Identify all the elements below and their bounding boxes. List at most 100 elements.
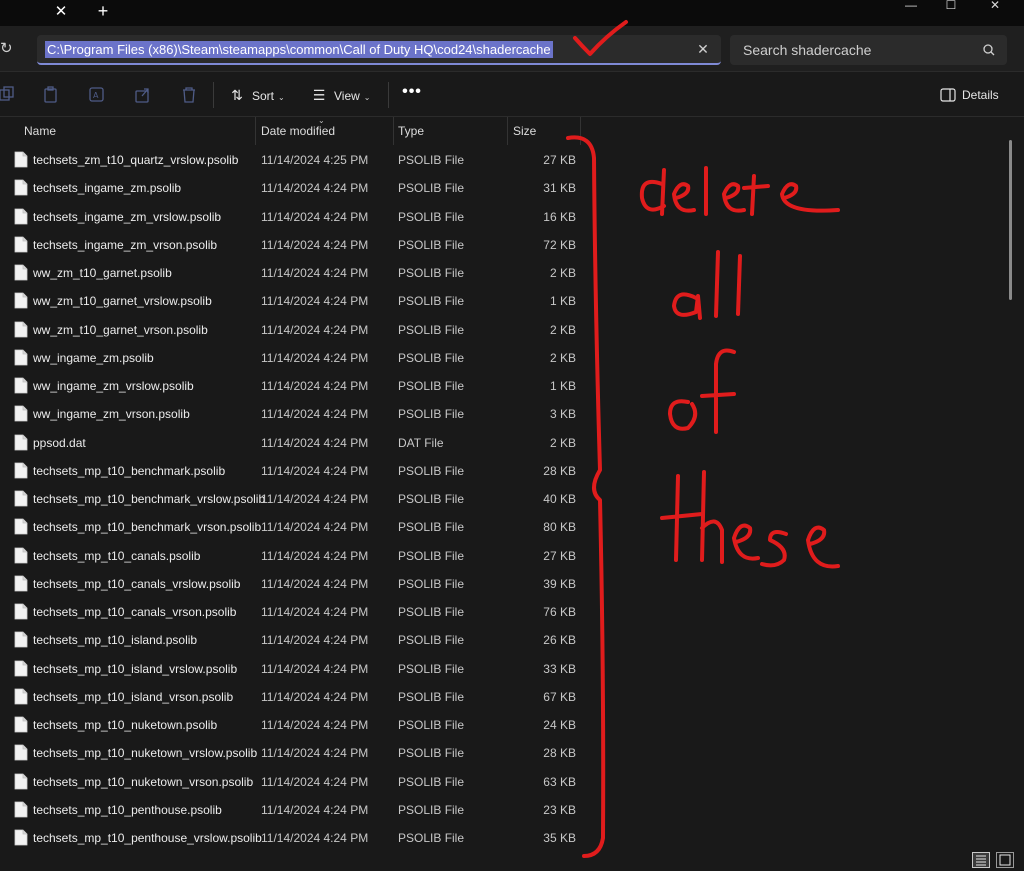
file-row[interactable]: ww_zm_t10_garnet.psolib 11/14/2024 4:24 P… [0,259,1010,287]
search-input[interactable]: Search shadercache [730,35,1007,65]
file-row[interactable]: ww_ingame_zm_vrslow.psolib 11/14/2024 4:2… [0,372,1010,400]
rename-icon[interactable]: A [88,86,106,104]
file-name: ww_zm_t10_garnet_vrslow.psolib [33,294,212,309]
file-type: PSOLIB File [398,689,465,704]
file-size: 39 KB [543,576,576,591]
sort-button[interactable]: ⇅ Sort ⌄ [228,85,285,105]
details-view-toggle[interactable] [972,852,990,868]
file-row[interactable]: techsets_mp_t10_nuketown_vrson.psolib 11/… [0,768,1010,796]
file-row[interactable]: techsets_mp_t10_island_vrson.psolib 11/14… [0,683,1010,711]
file-row[interactable]: ww_zm_t10_garnet_vrslow.psolib 11/14/2024… [0,287,1010,315]
column-divider[interactable] [507,117,508,145]
file-date-modified: 11/14/2024 4:24 PM [261,661,369,676]
file-type: PSOLIB File [398,350,465,365]
toolbar-divider [213,82,214,108]
file-row[interactable]: techsets_ingame_zm.psolib 11/14/2024 4:24… [0,174,1010,202]
file-type: PSOLIB File [398,661,465,676]
file-type: PSOLIB File [398,463,465,478]
file-row[interactable]: techsets_mp_t10_penthouse.psolib 11/14/20… [0,796,1010,824]
file-row[interactable]: techsets_mp_t10_island_vrslow.psolib 11/1… [0,655,1010,683]
column-date-modified[interactable]: Date modified [261,122,335,140]
file-icon [14,603,28,620]
file-row[interactable]: ppsod.dat 11/14/2024 4:24 PM DAT File 2 KB [0,429,1010,457]
file-row[interactable]: techsets_ingame_zm_vrson.psolib 11/14/202… [0,231,1010,259]
file-date-modified: 11/14/2024 4:24 PM [261,802,369,817]
file-size: 3 KB [549,407,576,422]
file-date-modified: 11/14/2024 4:24 PM [261,435,369,450]
file-icon [14,688,28,705]
file-size: 31 KB [543,181,576,196]
file-name: techsets_mp_t10_benchmark_vrson.psolib [33,520,262,535]
file-row[interactable]: techsets_mp_t10_penthouse_vrslow.psolib 1… [0,824,1010,852]
file-name: techsets_mp_t10_benchmark.psolib [33,463,226,478]
file-row[interactable]: techsets_mp_t10_canals_vrslow.psolib 11/1… [0,570,1010,598]
address-row: ↻ C:\Program Files (x86)\Steam\steamapps… [0,26,1024,72]
column-type[interactable]: Type [398,122,424,140]
close-tab-icon[interactable]: ✕ [52,2,70,22]
file-row[interactable]: techsets_mp_t10_nuketown.psolib 11/14/202… [0,711,1010,739]
file-type: PSOLIB File [398,520,465,535]
file-size: 2 KB [549,435,576,450]
file-icon [14,349,28,366]
file-size: 27 KB [543,153,576,167]
file-date-modified: 11/14/2024 4:24 PM [261,520,369,535]
file-type: PSOLIB File [398,492,465,506]
file-row[interactable]: techsets_ingame_zm_vrslow.psolib 11/14/20… [0,203,1010,231]
minimize-button[interactable]: — [896,0,926,14]
tiles-view-icon [999,854,1011,866]
chevron-down-icon: ⌄ [278,93,285,102]
more-options-button[interactable]: ••• [400,84,424,105]
view-button[interactable]: ☰ View ⌄ [310,85,371,105]
file-row[interactable]: techsets_mp_t10_benchmark.psolib 11/14/20… [0,457,1010,485]
share-icon[interactable] [134,86,152,104]
details-button[interactable]: Details [940,85,999,105]
file-icon [14,179,28,196]
column-name[interactable]: Name [24,122,56,140]
file-icon [14,321,28,337]
column-divider[interactable] [580,117,581,145]
file-row[interactable]: techsets_mp_t10_canals_vrson.psolib 11/14… [0,598,1010,626]
clear-address-icon[interactable]: ✕ [695,40,711,58]
file-type: PSOLIB File [398,774,465,789]
maximize-button[interactable]: ☐ [936,0,966,14]
close-window-button[interactable]: ✕ [980,0,1010,14]
file-date-modified: 11/14/2024 4:24 PM [261,237,369,252]
file-row[interactable]: techsets_mp_t10_nuketown_vrslow.psolib 11… [0,739,1010,767]
new-tab-button[interactable]: + [94,1,112,21]
file-row[interactable]: ww_ingame_zm.psolib 11/14/2024 4:24 PM PSO… [0,344,1010,372]
search-placeholder[interactable]: Search shadercache [743,42,871,58]
delete-icon[interactable] [180,86,198,104]
file-type: PSOLIB File [398,605,465,619]
column-divider[interactable] [393,117,394,145]
file-icon [14,490,28,507]
file-type: PSOLIB File [398,718,465,732]
file-row[interactable]: techsets_mp_t10_benchmark_vrslow.psolib 1… [0,485,1010,513]
file-icon [14,292,28,309]
file-row[interactable]: ww_zm_t10_garnet_vrson.psolib 11/14/2024 … [0,316,1010,344]
file-name: techsets_ingame_zm_vrslow.psolib [33,209,222,224]
refresh-icon[interactable]: ↻ [0,39,16,59]
address-bar[interactable]: C:\Program Files (x86)\Steam\steamapps\c… [37,35,721,65]
view-icon: ☰ [312,87,326,103]
address-path-text[interactable]: C:\Program Files (x86)\Steam\steamapps\c… [45,41,553,58]
search-icon[interactable] [981,41,997,59]
file-date-modified: 11/14/2024 4:24 PM [261,463,369,478]
file-icon [14,575,28,592]
toolbar-divider [388,82,389,108]
file-row[interactable]: ww_ingame_zm_vrson.psolib 11/14/2024 4:24… [0,400,1010,428]
scrollbar-thumb[interactable] [1009,140,1012,300]
copy-icon[interactable] [0,86,18,104]
file-size: 26 KB [543,633,576,648]
paste-icon[interactable] [42,86,60,104]
file-date-modified: 11/14/2024 4:24 PM [261,605,369,619]
file-row[interactable]: techsets_mp_t10_island.psolib 11/14/2024 … [0,626,1010,654]
file-icon [14,377,28,394]
column-size[interactable]: Size [513,122,536,140]
file-list: techsets_zm_t10_quartz_vrslow.psolib 11/1… [0,146,1010,852]
column-divider[interactable] [255,117,256,145]
file-row[interactable]: techsets_mp_t10_benchmark_vrson.psolib 11… [0,513,1010,541]
file-row[interactable]: techsets_zm_t10_quartz_vrslow.psolib 11/1… [0,146,1010,174]
file-row[interactable]: techsets_mp_t10_canals.psolib 11/14/2024 … [0,542,1010,570]
tiles-view-toggle[interactable] [996,852,1014,868]
file-icon [14,829,28,846]
